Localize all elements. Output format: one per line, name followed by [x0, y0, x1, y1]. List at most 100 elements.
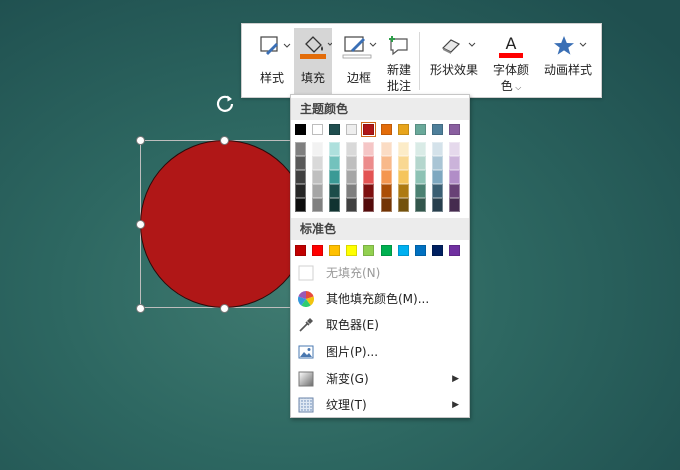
color-swatch[interactable]	[381, 198, 392, 212]
eyedropper-icon	[298, 317, 314, 333]
color-swatch[interactable]	[415, 142, 426, 156]
color-swatch[interactable]	[449, 170, 460, 184]
color-swatch[interactable]	[398, 142, 409, 156]
color-swatch[interactable]	[432, 156, 443, 170]
color-swatch[interactable]	[381, 124, 392, 135]
color-swatch[interactable]	[363, 142, 374, 156]
color-swatch[interactable]	[312, 170, 323, 184]
resize-handle-top[interactable]	[220, 136, 229, 145]
color-swatch[interactable]	[346, 184, 357, 198]
color-swatch[interactable]	[312, 142, 323, 156]
texture-item[interactable]: 纹理(T) ▶	[291, 392, 469, 418]
color-swatch[interactable]	[346, 156, 357, 170]
color-swatch[interactable]	[415, 170, 426, 184]
color-swatch[interactable]	[312, 124, 323, 135]
color-swatch[interactable]	[361, 122, 376, 137]
shape-effects-button[interactable]: 形状效果	[425, 28, 483, 94]
animation-style-button[interactable]: 动画样式	[539, 28, 597, 94]
no-fill-icon	[298, 265, 314, 281]
color-swatch[interactable]	[432, 198, 443, 212]
color-swatch[interactable]	[346, 142, 357, 156]
color-swatch[interactable]	[329, 170, 340, 184]
color-swatch[interactable]	[449, 184, 460, 198]
color-swatch[interactable]	[329, 142, 340, 156]
picture-fill-item[interactable]: 图片(P)...	[291, 339, 469, 365]
color-swatch[interactable]	[398, 245, 409, 256]
circle-shape[interactable]	[140, 140, 308, 308]
color-swatch[interactable]	[449, 142, 460, 156]
color-swatch[interactable]	[432, 184, 443, 198]
style-label: 样式	[259, 71, 284, 85]
color-swatch[interactable]	[329, 156, 340, 170]
color-swatch[interactable]	[398, 198, 409, 212]
color-swatch[interactable]	[295, 156, 306, 170]
color-swatch[interactable]	[415, 198, 426, 212]
color-swatch[interactable]	[415, 156, 426, 170]
color-swatch[interactable]	[329, 124, 340, 135]
color-swatch[interactable]	[381, 170, 392, 184]
color-swatch[interactable]	[381, 156, 392, 170]
resize-handle-left[interactable]	[136, 220, 145, 229]
color-swatch[interactable]	[329, 245, 340, 256]
color-swatch[interactable]	[363, 245, 374, 256]
mini-toolbar: 样式 填充 边框 新建 批注 形状效果 A 字体颜 色 ⌵ 动画样式	[241, 23, 602, 98]
color-swatch[interactable]	[381, 184, 392, 198]
color-swatch[interactable]	[295, 170, 306, 184]
color-swatch[interactable]	[449, 198, 460, 212]
resize-handle-bottom-left[interactable]	[136, 304, 145, 313]
color-swatch[interactable]	[312, 156, 323, 170]
gradient-item[interactable]: 渐变(G) ▶	[291, 366, 469, 392]
color-swatch[interactable]	[363, 198, 374, 212]
eyedropper-label: 取色器(E)	[326, 318, 379, 332]
fill-button[interactable]: 填充	[294, 28, 333, 94]
color-swatch[interactable]	[295, 142, 306, 156]
color-swatch[interactable]	[449, 124, 460, 135]
color-swatch[interactable]	[398, 124, 409, 135]
no-fill-item[interactable]: 无填充(N)	[291, 260, 469, 286]
animation-style-label: 动画样式	[543, 63, 592, 77]
color-swatch[interactable]	[295, 245, 306, 256]
submenu-arrow-icon: ▶	[452, 400, 459, 410]
color-swatch[interactable]	[432, 142, 443, 156]
color-swatch[interactable]	[329, 184, 340, 198]
standard-colors-header: 标准色	[291, 218, 469, 240]
color-swatch[interactable]	[415, 245, 426, 256]
color-swatch[interactable]	[398, 170, 409, 184]
resize-handle-top-left[interactable]	[136, 136, 145, 145]
color-swatch[interactable]	[346, 198, 357, 212]
color-swatch[interactable]	[449, 156, 460, 170]
color-swatch[interactable]	[346, 170, 357, 184]
color-swatch[interactable]	[415, 124, 426, 135]
color-swatch[interactable]	[295, 184, 306, 198]
color-swatch[interactable]	[363, 184, 374, 198]
texture-label: 纹理(T)	[326, 398, 367, 412]
border-button[interactable]: 边框	[337, 28, 381, 94]
color-swatch[interactable]	[329, 198, 340, 212]
color-swatch[interactable]	[415, 184, 426, 198]
font-color-button[interactable]: A 字体颜 色 ⌵	[487, 28, 535, 94]
color-swatch[interactable]	[398, 156, 409, 170]
color-swatch[interactable]	[295, 198, 306, 212]
color-swatch[interactable]	[398, 184, 409, 198]
more-fill-colors-item[interactable]: 其他填充颜色(M)...	[291, 286, 469, 312]
color-swatch[interactable]	[449, 245, 460, 256]
color-swatch[interactable]	[432, 124, 443, 135]
color-swatch[interactable]	[432, 170, 443, 184]
style-button[interactable]: 样式	[251, 28, 293, 94]
color-swatch[interactable]	[346, 124, 357, 135]
color-swatch[interactable]	[312, 198, 323, 212]
color-swatch[interactable]	[312, 184, 323, 198]
color-swatch[interactable]	[363, 156, 374, 170]
color-swatch[interactable]	[346, 245, 357, 256]
color-swatch[interactable]	[363, 170, 374, 184]
shape-effects-label: 形状效果	[429, 63, 478, 77]
resize-handle-bottom[interactable]	[220, 304, 229, 313]
rotate-handle-icon[interactable]	[214, 92, 236, 114]
new-comment-button[interactable]: 新建 批注	[382, 28, 416, 94]
color-swatch[interactable]	[381, 142, 392, 156]
color-swatch[interactable]	[432, 245, 443, 256]
color-swatch[interactable]	[312, 245, 323, 256]
color-swatch[interactable]	[295, 124, 306, 135]
color-swatch[interactable]	[381, 245, 392, 256]
eyedropper-item[interactable]: 取色器(E)	[291, 312, 469, 338]
